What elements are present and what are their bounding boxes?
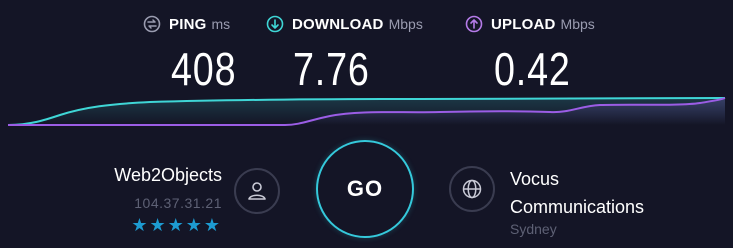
download-label: DOWNLOAD (292, 15, 384, 33)
globe-icon[interactable] (449, 166, 495, 212)
user-icon-glyph (248, 182, 266, 200)
download-arrow-icon (266, 15, 284, 33)
go-button[interactable]: GO (316, 140, 414, 238)
download-unit: Mbps (388, 16, 423, 32)
ping-metric: PING ms 408 (143, 12, 236, 95)
user-icon[interactable] (234, 168, 280, 214)
isp-location: Sydney (510, 221, 557, 237)
server-ip: 104.37.31.21 (134, 195, 222, 211)
globe-icon-glyph (462, 179, 482, 199)
upload-label: UPLOAD (491, 15, 556, 33)
ping-label: PING (169, 15, 207, 33)
ping-icon (143, 15, 161, 33)
download-metric: DOWNLOAD Mbps 7.76 (266, 12, 423, 95)
rating-stars: ★★★★★ (131, 215, 222, 235)
isp-info: Vocus Communications Sydney (510, 165, 710, 237)
isp-name-line1: Vocus (510, 169, 560, 189)
ping-unit: ms (211, 16, 231, 32)
upload-unit: Mbps (560, 16, 595, 32)
speed-graph (7, 97, 726, 126)
isp-name-line2: Communications (510, 197, 645, 217)
upload-arrow-icon (465, 15, 483, 33)
upload-metric: UPLOAD Mbps 0.42 (465, 12, 595, 95)
server-name: Web2Objects (114, 165, 222, 185)
speedtest-panel: PING ms 408 DOWNLOAD Mbps 7.76 UPLOAD Mb… (0, 0, 733, 248)
test-server-info: Web2Objects 104.37.31.21 ★★★★★ (60, 165, 222, 236)
